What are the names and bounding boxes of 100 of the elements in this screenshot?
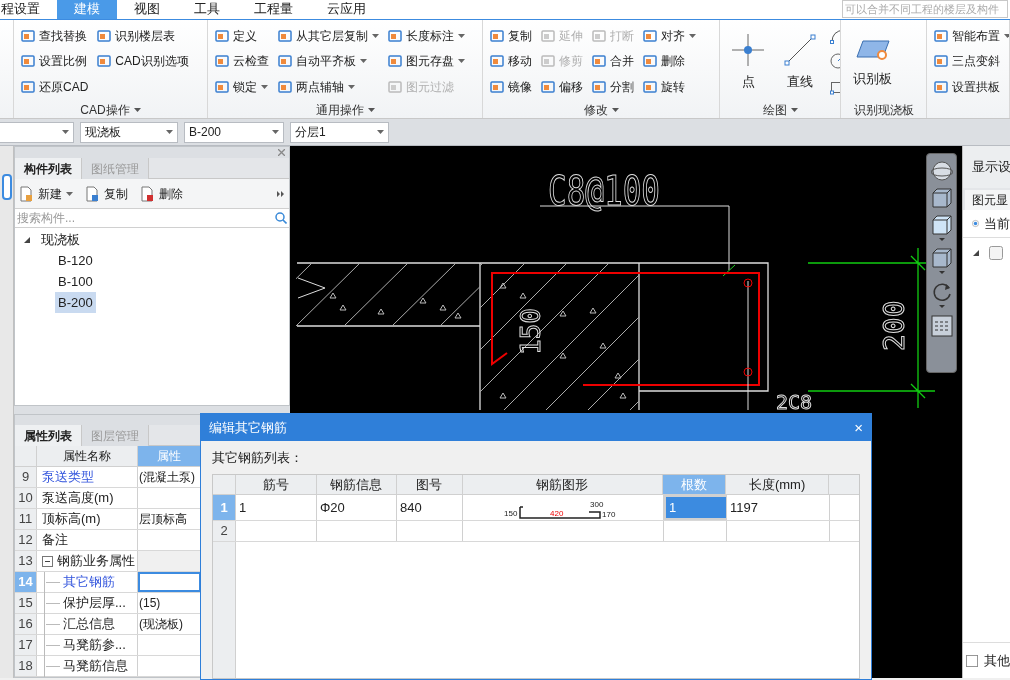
search-field[interactable]: 搜索构件... <box>17 209 275 227</box>
cube-icon[interactable] <box>930 187 953 209</box>
ribbon-button[interactable]: 图元存盘 <box>387 49 465 73</box>
expand-icon[interactable] <box>973 250 979 256</box>
ribbon-button[interactable]: 设置拱板 <box>933 75 1009 99</box>
menu-tab[interactable]: 工具 <box>177 0 237 19</box>
property-value[interactable]: (15) <box>138 593 201 613</box>
expand-icon[interactable] <box>24 236 30 243</box>
ribbon-button[interactable]: 自动平齐板 <box>277 49 379 73</box>
column-header: 根数 <box>663 475 727 494</box>
toolbar-button[interactable]: 新建 <box>19 184 73 203</box>
table-cell[interactable]: Φ20 <box>317 495 397 520</box>
cube-icon[interactable] <box>930 214 953 242</box>
property-value[interactable]: (现浇板) <box>138 614 201 634</box>
row-number: 16 <box>15 614 37 634</box>
ribbon-button[interactable]: 分割 <box>591 75 634 99</box>
table-cell[interactable]: 1 <box>236 495 317 520</box>
toolbar-button[interactable]: 删除 <box>140 184 183 203</box>
row-number: 1 <box>213 495 236 520</box>
checkbox[interactable] <box>989 246 1003 260</box>
ribbon-button[interactable]: 偏移 <box>540 75 583 99</box>
search-field[interactable]: 可以合并不同工程的楼层及构件 <box>842 0 1008 18</box>
menu-tab[interactable]: 程设置 <box>0 0 57 19</box>
rotate-icon[interactable] <box>930 280 953 310</box>
property-name: 备注 <box>42 531 69 550</box>
radio-button[interactable] <box>972 217 979 230</box>
checkbox[interactable] <box>966 653 978 668</box>
point-icon <box>732 33 764 66</box>
more-icon[interactable] <box>277 190 285 197</box>
ribbon-button[interactable]: 智能布置 <box>933 24 1009 47</box>
ribbon-button[interactable]: 对齐 <box>642 24 696 47</box>
ribbon-button[interactable]: 直线 <box>778 24 822 101</box>
value-text: (现浇板) <box>139 616 183 633</box>
collapse-box-icon[interactable] <box>42 555 53 567</box>
caret-icon <box>272 130 279 134</box>
property-value[interactable]: (混凝土泵) <box>138 467 201 487</box>
tree-item[interactable]: B-200 <box>55 292 96 313</box>
ribbon-button[interactable]: 镜像 <box>489 75 532 99</box>
tree-line <box>41 655 63 677</box>
row-number: 14 <box>15 572 37 592</box>
menu-tab[interactable]: 视图 <box>117 0 177 19</box>
tree-line <box>41 592 63 614</box>
panel-tab[interactable]: 构件列表 <box>15 158 82 179</box>
ribbon-button[interactable]: CAD识别选项 <box>96 49 189 73</box>
tree-item[interactable]: B-100 <box>55 271 96 292</box>
ribbon-button[interactable]: 云检查 <box>214 49 269 73</box>
ribbon-button[interactable]: 查找替换 <box>20 24 89 47</box>
close-icon[interactable] <box>278 149 285 156</box>
table-cell[interactable]: 840 <box>397 495 463 520</box>
grid-icon[interactable] <box>930 315 953 337</box>
search-icon[interactable] <box>275 212 287 224</box>
ribbon-button[interactable]: 点 <box>726 24 770 101</box>
ribbon-button[interactable]: 旋转 <box>642 75 696 99</box>
group-title: 绘图 <box>762 100 798 118</box>
column-header: 图号 <box>396 475 463 494</box>
ribbon-button[interactable]: 锁定 <box>214 75 269 99</box>
ribbon-button[interactable]: 定义 <box>214 24 269 47</box>
ribbon-button[interactable]: 识别板 <box>847 24 898 101</box>
table-cell[interactable]: 1 <box>664 495 727 520</box>
ribbon-button[interactable]: 合并 <box>591 49 634 73</box>
row-number: 2 <box>213 521 236 541</box>
panel-tab[interactable]: 图元显 <box>965 190 1010 210</box>
tree-line <box>41 613 63 635</box>
combo-box[interactable]: 分层1 <box>290 121 389 143</box>
ribbon-button[interactable]: 识别楼层表 <box>96 24 189 47</box>
command-icon <box>591 78 607 95</box>
toolbar-button[interactable]: 复制 <box>85 184 128 203</box>
tree-item[interactable]: B-120 <box>55 250 96 271</box>
property-name: 钢筋业务属性 <box>57 552 136 571</box>
cube-icon[interactable] <box>930 247 953 275</box>
table-cell[interactable]: 1197 <box>727 495 830 520</box>
ribbon-button[interactable]: 三点变斜 <box>933 49 1009 73</box>
value-text: 层顶标高 <box>139 511 187 528</box>
property-value[interactable]: 层顶标高 <box>138 509 201 529</box>
ribbon-button[interactable]: 删除 <box>642 49 696 73</box>
header-filler <box>829 475 859 494</box>
menu-tab[interactable]: 云应用 <box>310 0 383 19</box>
ribbon-button[interactable]: 移动 <box>489 49 532 73</box>
command-icon <box>20 27 36 44</box>
command-icon <box>387 53 403 70</box>
menu-tab[interactable]: 工程量 <box>237 0 310 19</box>
ribbon-button[interactable]: 从其它层复制 <box>277 24 379 47</box>
side-button[interactable] <box>1 174 12 200</box>
ribbon-button[interactable]: 设置比例 <box>20 49 89 73</box>
caret-icon <box>360 59 367 64</box>
combo-box[interactable] <box>0 121 74 143</box>
panel-tab[interactable]: 属性列表 <box>15 425 82 446</box>
property-value[interactable] <box>138 572 201 592</box>
command-icon <box>277 27 293 44</box>
dialog-title: 编辑其它钢筋 <box>209 418 287 437</box>
tree-item[interactable]: 现浇板 <box>38 229 83 250</box>
ribbon-button[interactable]: 两点辅轴 <box>277 75 379 99</box>
command-icon <box>642 27 658 44</box>
ribbon-button[interactable]: 长度标注 <box>387 24 465 47</box>
ribbon-button[interactable]: 复制 <box>489 24 532 47</box>
combo-box[interactable]: 现浇板 <box>80 121 178 143</box>
globe-icon[interactable] <box>930 160 953 182</box>
ribbon-button[interactable]: 还原CAD <box>20 75 89 99</box>
close-button[interactable]: × <box>854 420 863 435</box>
combo-box[interactable]: B-200 <box>184 121 284 143</box>
